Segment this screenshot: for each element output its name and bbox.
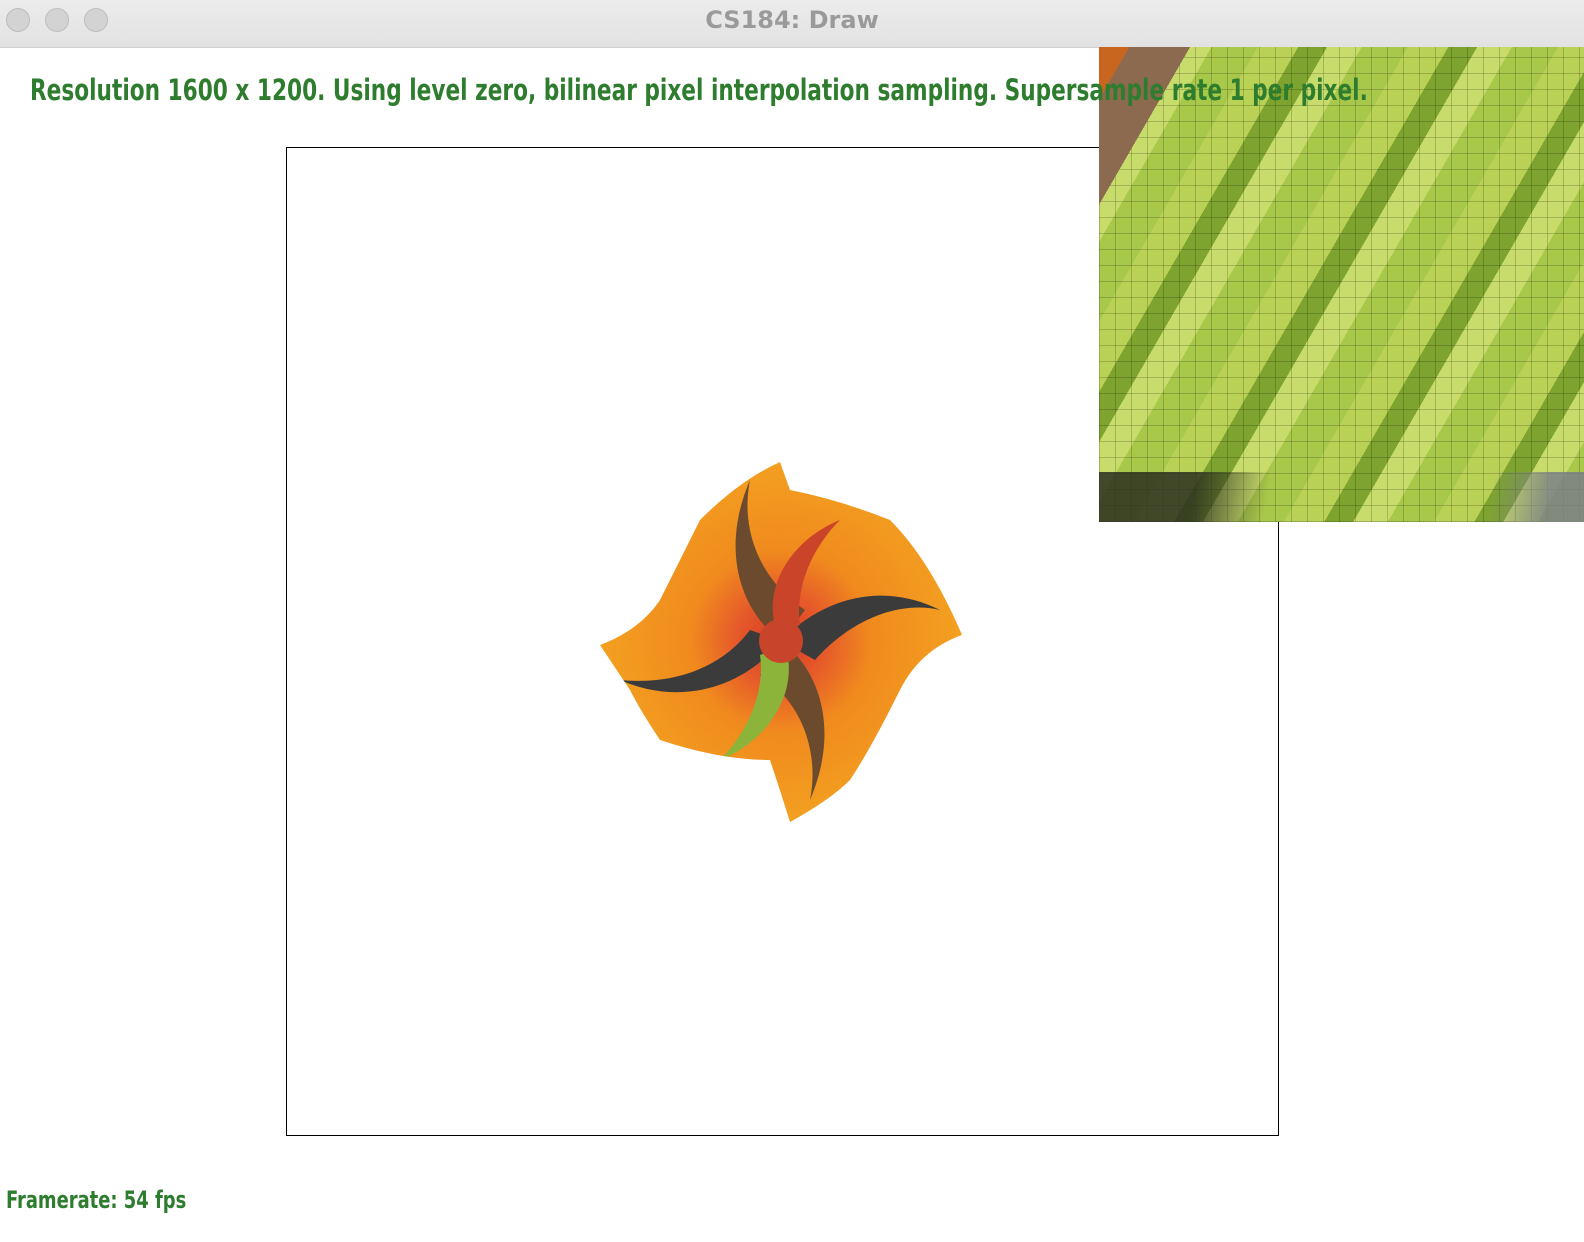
swirled-texture-image <box>600 462 962 822</box>
render-status-text: Resolution 1600 x 1200. Using level zero… <box>30 73 1368 107</box>
window-titlebar[interactable]: CS184: Draw <box>0 0 1584 48</box>
framerate-text: Framerate: 54 fps <box>6 1186 187 1214</box>
zoom-inspector-panel <box>1099 47 1584 522</box>
window-title: CS184: Draw <box>705 6 879 34</box>
